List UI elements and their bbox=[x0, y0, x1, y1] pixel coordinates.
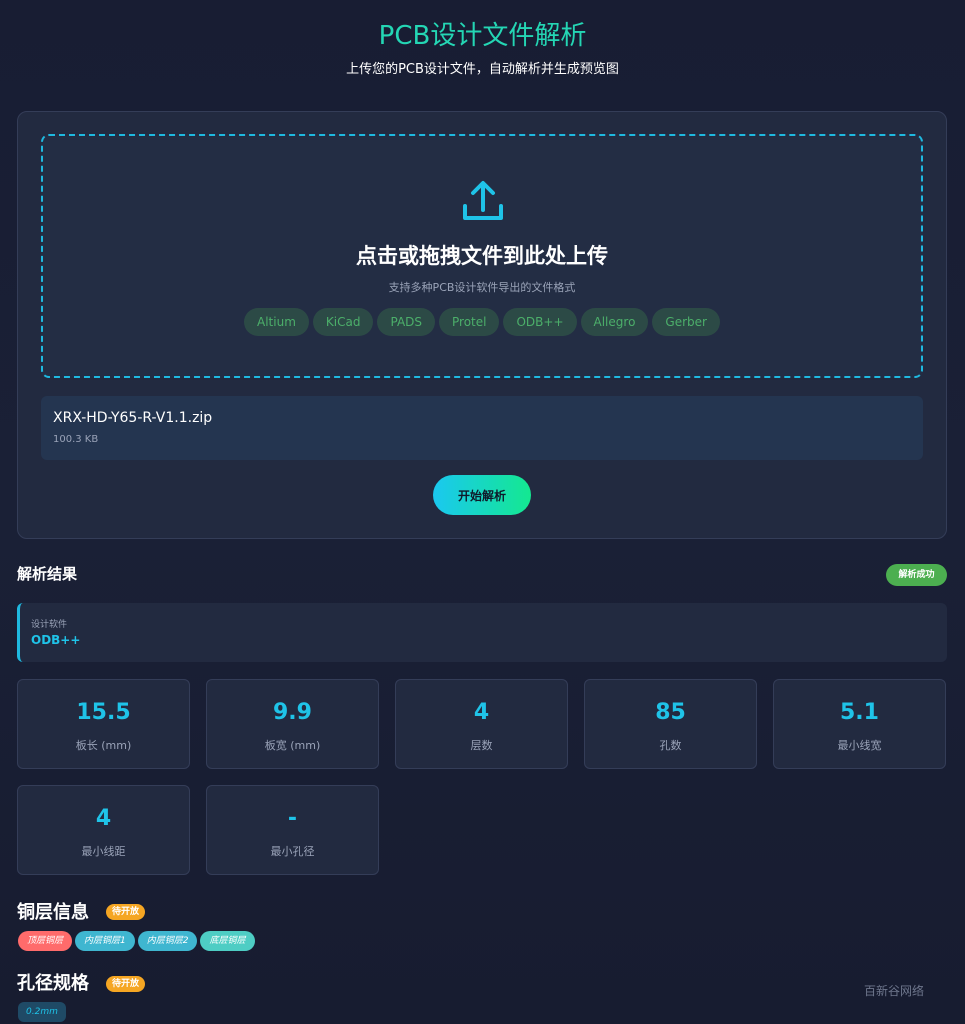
stat-value: 9.9 bbox=[273, 700, 312, 725]
stat-card-layers: 4 层数 bbox=[395, 679, 568, 769]
stat-card-holes: 85 孔数 bbox=[584, 679, 757, 769]
stat-value: 15.5 bbox=[76, 700, 131, 725]
stat-card-min-trace-width: 5.1 最小线宽 bbox=[773, 679, 946, 769]
software-label: 设计软件 bbox=[31, 620, 68, 630]
stat-value: - bbox=[287, 806, 298, 831]
software-value: ODB++ bbox=[31, 633, 81, 647]
stat-value: 5.1 bbox=[840, 700, 879, 725]
stat-value: 4 bbox=[473, 700, 490, 725]
stat-card-min-spacing: 4 最小线距 bbox=[17, 785, 190, 875]
dropzone-title: 点击或拖拽文件到此处上传 bbox=[356, 244, 608, 268]
format-tag: Protel bbox=[439, 308, 500, 336]
format-tag: KiCad bbox=[312, 308, 374, 336]
page-subtitle: 上传您的PCB设计文件，自动解析并生成预览图 bbox=[346, 62, 619, 77]
format-list: Altium KiCad PADS Protel ODB++ Allegro G… bbox=[43, 308, 921, 336]
results-title: 解析结果 bbox=[17, 565, 78, 583]
format-tag: Gerber bbox=[652, 308, 720, 336]
stat-card-board-length: 15.5 板长 (mm) bbox=[17, 679, 190, 769]
holes-section-title: 孔径规格 bbox=[17, 973, 89, 994]
status-badge: 解析成功 bbox=[886, 564, 947, 586]
stat-card-board-width: 9.9 板宽 (mm) bbox=[206, 679, 379, 769]
hole-size-list: 0.2mm bbox=[18, 1002, 66, 1022]
stat-label: 板长 (mm) bbox=[75, 739, 132, 752]
stat-label: 最小孔径 bbox=[270, 845, 315, 858]
copper-layer-tag: 底层铜层 bbox=[200, 931, 255, 951]
stat-card-min-hole: - 最小孔径 bbox=[206, 785, 379, 875]
start-parse-button[interactable]: 开始解析 bbox=[433, 475, 531, 515]
holes-pending-badge: 待开放 bbox=[106, 976, 146, 992]
file-dropzone[interactable]: 点击或拖拽文件到此处上传 支持多种PCB设计软件导出的文件格式 Altium K… bbox=[41, 134, 923, 378]
stat-label: 层数 bbox=[470, 739, 493, 752]
stat-label: 板宽 (mm) bbox=[264, 739, 321, 752]
copper-section-title: 铜层信息 bbox=[17, 902, 89, 923]
dropzone-hint: 支持多种PCB设计软件导出的文件格式 bbox=[388, 281, 576, 294]
stat-label: 最小线宽 bbox=[837, 739, 882, 752]
copper-layer-tag: 内层铜层2 bbox=[137, 931, 198, 951]
format-tag: Allegro bbox=[580, 308, 649, 336]
stat-label: 最小线距 bbox=[81, 845, 126, 858]
watermark: 百新谷网络 bbox=[864, 984, 925, 998]
upload-icon bbox=[463, 181, 503, 220]
selected-file: XRX-HD-Y65-R-V1.1.zip 100.3 KB bbox=[41, 396, 923, 460]
hole-size-tag: 0.2mm bbox=[18, 1002, 66, 1022]
upload-card: 点击或拖拽文件到此处上传 支持多种PCB设计软件导出的文件格式 Altium K… bbox=[17, 111, 947, 539]
copper-layer-list: 顶层铜层 内层铜层1 内层铜层2 底层铜层 bbox=[18, 931, 255, 951]
page-header: PCB设计文件解析 上传您的PCB设计文件，自动解析并生成预览图 bbox=[0, 0, 965, 78]
format-tag: ODB++ bbox=[503, 308, 577, 336]
software-info: 设计软件 ODB++ bbox=[17, 603, 947, 662]
file-name: XRX-HD-Y65-R-V1.1.zip bbox=[53, 410, 213, 426]
copper-pending-badge: 待开放 bbox=[106, 904, 146, 920]
stat-value: 4 bbox=[95, 806, 112, 831]
format-tag: PADS bbox=[377, 308, 436, 336]
stat-label: 孔数 bbox=[659, 739, 682, 752]
copper-layer-tag: 顶层铜层 bbox=[18, 931, 73, 951]
page-title: PCB设计文件解析 bbox=[378, 21, 587, 51]
copper-layer-tag: 内层铜层1 bbox=[75, 931, 135, 951]
stat-value: 85 bbox=[655, 700, 686, 725]
format-tag: Altium bbox=[244, 308, 309, 336]
file-size: 100.3 KB bbox=[53, 434, 99, 445]
